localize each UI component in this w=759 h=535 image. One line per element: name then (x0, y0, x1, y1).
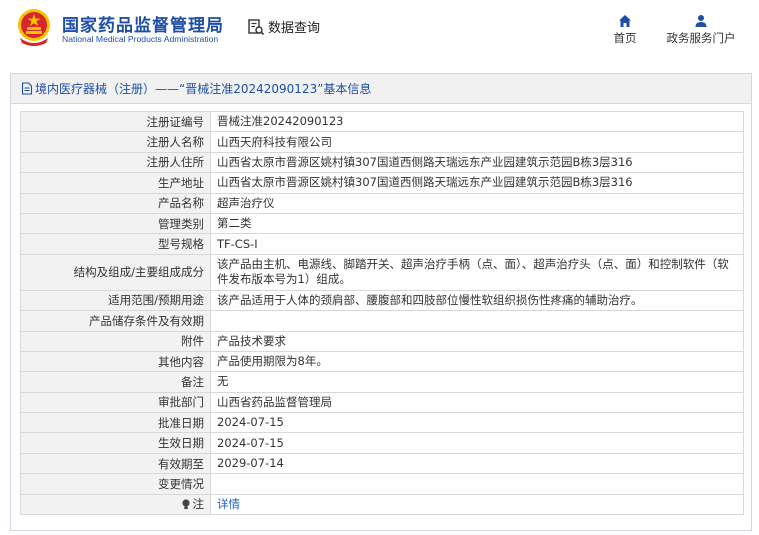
document-icon (21, 82, 33, 95)
row-label: 附件 (21, 331, 211, 351)
row-value: 2029-07-14 (211, 453, 744, 474)
home-icon (619, 15, 631, 27)
note-label-cell: 注 (21, 494, 211, 515)
row-value: 山西天府科技有限公司 (211, 132, 744, 152)
data-query-label: 数据查询 (268, 21, 321, 36)
row-label: 注册人住所 (21, 152, 211, 173)
table-row: 适用范围/预期用途 该产品适用于人体的颈肩部、腰腹部和四肢部位慢性软组织损伤性疼… (21, 290, 744, 312)
row-label: 其他内容 (21, 351, 211, 372)
row-value: 2024-07-15 (211, 413, 744, 433)
row-label: 生效日期 (21, 433, 211, 453)
row-label: 产品名称 (21, 193, 211, 213)
table-row: 备注 无 (21, 372, 744, 393)
table-row: 附件 产品技术要求 (21, 331, 744, 352)
table-row: 审批部门 山西省药品监督管理局 (21, 392, 744, 414)
row-value (211, 474, 744, 494)
table-row: 产品储存条件及有效期 (21, 311, 744, 332)
user-icon (695, 15, 707, 27)
row-label: 批准日期 (21, 413, 211, 433)
table-row: 管理类别 第二类 (21, 213, 744, 235)
row-label: 结构及组成/主要组成成分 (21, 254, 211, 290)
brand-title-cn: 国家药品监督管理局 (62, 16, 224, 36)
table-row: 型号规格 TF-CS-I (21, 234, 744, 255)
row-value: 无 (211, 372, 744, 392)
data-query-link[interactable]: 数据查询 (247, 17, 320, 36)
row-label: 管理类别 (21, 213, 211, 234)
table-row: 其他内容 产品使用期限为8年。 (21, 351, 744, 373)
row-value: 山西省药品监督管理局 (211, 392, 744, 413)
table-row: 注册证编号 晋械注准20242090123 (21, 112, 744, 133)
search-document-icon (248, 18, 265, 35)
details-link[interactable]: 详情 (217, 497, 240, 512)
table-row: 注册人名称 山西天府科技有限公司 (21, 132, 744, 153)
table-row: 结构及组成/主要组成成分 该产品由主机、电源线、脚踏开关、超声治疗手柄（点、面）… (21, 254, 744, 291)
row-value: TF-CS-I (211, 234, 744, 254)
row-label: 产品储存条件及有效期 (21, 311, 211, 331)
lightbulb-icon (181, 499, 190, 509)
table-row: 注册人住所 山西省太原市晋源区姚村镇307国道西侧路天瑞远东产业园建筑示范园B栋… (21, 152, 744, 174)
table-row: 有效期至 2029-07-14 (21, 453, 744, 475)
site-header: 国家药品监督管理局 National Medical Products Admi… (0, 0, 759, 63)
row-value: 山西省太原市晋源区姚村镇307国道西侧路天瑞远东产业园建筑示范园B栋3层316 (211, 152, 744, 173)
info-table: 注册证编号 晋械注准20242090123 注册人名称 山西天府科技有限公司 注… (20, 111, 744, 516)
row-value: 产品使用期限为8年。 (211, 351, 744, 372)
table-row: 生效日期 2024-07-15 (21, 433, 744, 454)
row-label: 有效期至 (21, 453, 211, 474)
row-label: 注册人名称 (21, 132, 211, 152)
row-value: 第二类 (211, 213, 744, 234)
row-label: 适用范围/预期用途 (21, 290, 211, 311)
row-value: 2024-07-15 (211, 433, 744, 453)
nav-service-portal-label: 政务服务门户 (666, 31, 736, 45)
info-panel: 境内医疗器械（注册）——“晋械注准20242090123”基本信息 注册证编号 … (10, 73, 752, 531)
row-label: 变更情况 (21, 474, 211, 494)
brand-title-en: National Medical Products Administration (62, 34, 219, 44)
nav-home-label: 首页 (613, 31, 637, 45)
row-label: 备注 (21, 372, 211, 392)
row-value: 该产品由主机、电源线、脚踏开关、超声治疗手柄（点、面）、超声治疗头（点、面）和控… (211, 254, 744, 290)
note-value: 详情 (211, 494, 744, 515)
row-value (211, 311, 744, 331)
table-row: 产品名称 超声治疗仪 (21, 193, 744, 214)
row-value: 产品技术要求 (211, 331, 744, 351)
row-label: 注册证编号 (21, 112, 211, 132)
row-label: 审批部门 (21, 392, 211, 413)
row-value: 山西省太原市晋源区姚村镇307国道西侧路天瑞远东产业园建筑示范园B栋3层316 (211, 173, 744, 193)
note-label: 注 (192, 497, 205, 512)
row-value: 该产品适用于人体的颈肩部、腰腹部和四肢部位慢性软组织损伤性疼痛的辅助治疗。 (211, 290, 744, 311)
row-value: 晋械注准20242090123 (211, 112, 744, 132)
national-emblem-icon (18, 9, 50, 46)
panel-title: 境内医疗器械（注册）——“晋械注准20242090123”基本信息 (11, 74, 751, 104)
nav-service-portal[interactable]: 政务服务门户 (660, 14, 742, 46)
table-row: 变更情况 (21, 474, 744, 495)
nav-home[interactable]: 首页 (609, 14, 641, 46)
table-row: 批准日期 2024-07-15 (21, 413, 744, 434)
table-row: 生产地址 山西省太原市晋源区姚村镇307国道西侧路天瑞远东产业园建筑示范园B栋3… (21, 173, 744, 194)
panel-title-text: 境内医疗器械（注册）——“晋械注准20242090123”基本信息 (35, 82, 372, 96)
row-value: 超声治疗仪 (211, 193, 744, 213)
row-label: 型号规格 (21, 234, 211, 254)
row-label: 生产地址 (21, 173, 211, 193)
table-row-note: 注 详情 (21, 494, 744, 516)
